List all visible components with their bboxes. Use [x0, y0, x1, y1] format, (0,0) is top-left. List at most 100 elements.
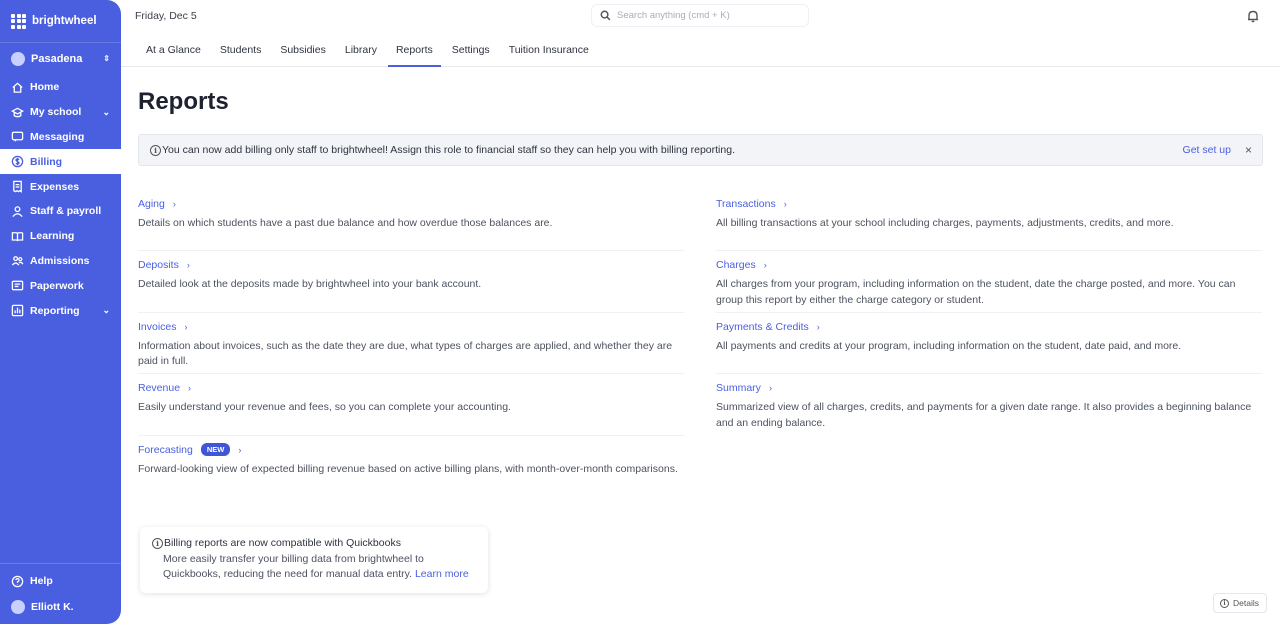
report-link[interactable]: Deposits ›	[138, 258, 684, 272]
message-icon	[11, 130, 24, 143]
quickbooks-title: i Billing reports are now compatible wit…	[152, 537, 476, 549]
sidebar-item-admissions[interactable]: Admissions	[0, 249, 121, 274]
report-link[interactable]: Transactions ›	[716, 197, 1262, 211]
report-forecasting: Forecasting NEW › Forward-looking view of …	[138, 436, 684, 497]
bell-icon[interactable]	[1246, 9, 1260, 23]
report-link[interactable]: Aging ›	[138, 197, 684, 211]
home-icon	[11, 81, 24, 94]
section-tabs: At a Glance Students Subsidies Library R…	[121, 33, 1280, 67]
report-link[interactable]: Summary ›	[716, 381, 1262, 395]
sidebar-item-label: Billing	[30, 155, 63, 168]
chevron-right-icon: ›	[184, 321, 188, 332]
chevron-down-icon: ⌄	[102, 106, 110, 117]
brand-logo[interactable]: brightwheel	[0, 0, 121, 43]
chevron-right-icon: ›	[783, 199, 787, 209]
tab-reports[interactable]: Reports	[387, 33, 441, 67]
tab-at-a-glance[interactable]: At a Glance	[138, 33, 209, 67]
user-avatar	[11, 600, 25, 614]
sidebar-item-label: Learning	[30, 230, 75, 243]
search-icon	[600, 10, 611, 21]
report-description: All charges from your program, including…	[716, 278, 1236, 306]
current-date: Friday, Dec 5	[135, 10, 197, 22]
sidebar-item-label: Paperwork	[30, 279, 84, 292]
report-description: Forward-looking view of expected billing…	[138, 462, 678, 475]
report-invoices: Invoices › Information about invoices, su…	[138, 313, 684, 375]
tab-settings[interactable]: Settings	[444, 33, 498, 67]
sidebar-item-billing[interactable]: Billing	[0, 149, 121, 175]
tab-library[interactable]: Library	[337, 33, 385, 67]
search-input[interactable]: Search anything (cmd + K)	[591, 4, 809, 27]
report-description: Detailed look at the deposits made by br…	[138, 278, 482, 291]
report-description: All billing transactions at your school …	[716, 217, 1174, 229]
tab-students[interactable]: Students	[212, 33, 269, 67]
sidebar-item-paperwork[interactable]: Paperwork	[0, 273, 121, 298]
sidebar-item-help[interactable]: Help	[0, 568, 121, 594]
report-link[interactable]: Forecasting NEW ›	[138, 443, 684, 457]
details-label: Details	[1233, 598, 1259, 608]
report-transactions: Transactions › All billing transactions a…	[716, 190, 1262, 252]
location-switcher[interactable]: Pasadena ⇕	[0, 43, 121, 75]
sidebar-item-label: Home	[30, 81, 60, 94]
chevron-right-icon: ›	[238, 444, 242, 455]
report-title: Charges	[716, 259, 756, 272]
report-link[interactable]: Invoices ›	[138, 320, 684, 334]
report-description: Easily understand your revenue and fees,…	[138, 401, 511, 414]
chevron-right-icon: ›	[768, 383, 772, 394]
apps-grid-icon	[11, 13, 26, 29]
page-title: Reports	[138, 88, 229, 115]
report-description: All payments and credits at your program…	[716, 339, 1182, 352]
chart-icon	[11, 304, 24, 317]
chevron-updown-icon: ⇕	[103, 54, 110, 63]
sidebar-item-expenses[interactable]: Expenses	[0, 174, 121, 199]
info-icon: i	[152, 537, 163, 549]
sidebar-item-messaging[interactable]: Messaging	[0, 125, 121, 150]
report-description: Information about invoices, such as the …	[138, 339, 673, 368]
get-set-up-link[interactable]: Get set up	[1183, 144, 1231, 156]
report-title: Summary	[716, 382, 761, 395]
report-description: Summarized view of all charges, credits,…	[716, 401, 1252, 429]
tab-tuition-insurance[interactable]: Tuition Insurance	[501, 33, 597, 67]
report-charges: Charges › All charges from your program, …	[716, 251, 1262, 313]
sidebar-item-learning[interactable]: Learning	[0, 224, 121, 249]
sidebar-item-user[interactable]: Elliott K.	[0, 594, 121, 620]
sidebar-item-label: Reporting	[30, 304, 80, 317]
sidebar-item-label: Admissions	[30, 254, 90, 267]
report-deposits: Deposits › Detailed look at the deposits …	[138, 251, 684, 313]
info-icon: i	[1220, 598, 1229, 608]
report-link[interactable]: Charges ›	[716, 258, 1262, 272]
report-description: Details on which students have a past du…	[138, 217, 553, 229]
admissions-icon	[11, 254, 24, 267]
receipt-icon	[11, 180, 24, 193]
info-icon: i	[150, 144, 161, 156]
tab-subsidies[interactable]: Subsidies	[272, 33, 334, 67]
chevron-down-icon: ⌄	[102, 305, 110, 316]
sidebar-item-home[interactable]: Home	[0, 75, 121, 100]
report-revenue: Revenue › Easily understand your revenue …	[138, 374, 684, 436]
staff-icon	[11, 205, 24, 218]
report-title: Aging	[138, 198, 165, 210]
report-link[interactable]: Revenue ›	[138, 381, 684, 395]
chevron-right-icon: ›	[188, 383, 192, 394]
sidebar-item-label: Help	[30, 575, 53, 587]
learn-more-link[interactable]: Learn more	[415, 568, 469, 580]
sidebar-item-reporting[interactable]: Reporting ⌄	[0, 298, 121, 323]
sidebar-item-label: Staff & payroll	[30, 205, 102, 218]
report-summary: Summary › Summarized view of all charges,…	[716, 374, 1262, 435]
sidebar-item-label: Messaging	[30, 130, 85, 143]
location-avatar	[11, 52, 25, 66]
sidebar-footer: Help Elliott K.	[0, 563, 121, 624]
report-link[interactable]: Payments & Credits ›	[716, 320, 1262, 334]
app: brightwheel Pasadena ⇕ Home My school ⌄ …	[0, 0, 1280, 624]
report-aging: Aging › Details on which students have a …	[138, 190, 684, 252]
sidebar: brightwheel Pasadena ⇕ Home My school ⌄ …	[0, 0, 121, 624]
search-placeholder: Search anything (cmd + K)	[617, 10, 730, 21]
close-icon[interactable]: ×	[1245, 143, 1252, 157]
info-banner: i You can now add billing only staff to …	[138, 134, 1263, 166]
sidebar-item-my-school[interactable]: My school ⌄	[0, 100, 121, 125]
paperwork-icon	[11, 279, 24, 292]
sidebar-item-staff-payroll[interactable]: Staff & payroll	[0, 199, 121, 224]
details-button[interactable]: i Details	[1213, 593, 1267, 613]
quickbooks-title-text: Billing reports are now compatible with …	[164, 537, 401, 549]
quickbooks-body-text: More easily transfer your billing data f…	[163, 553, 424, 580]
chevron-right-icon: ›	[186, 260, 190, 271]
